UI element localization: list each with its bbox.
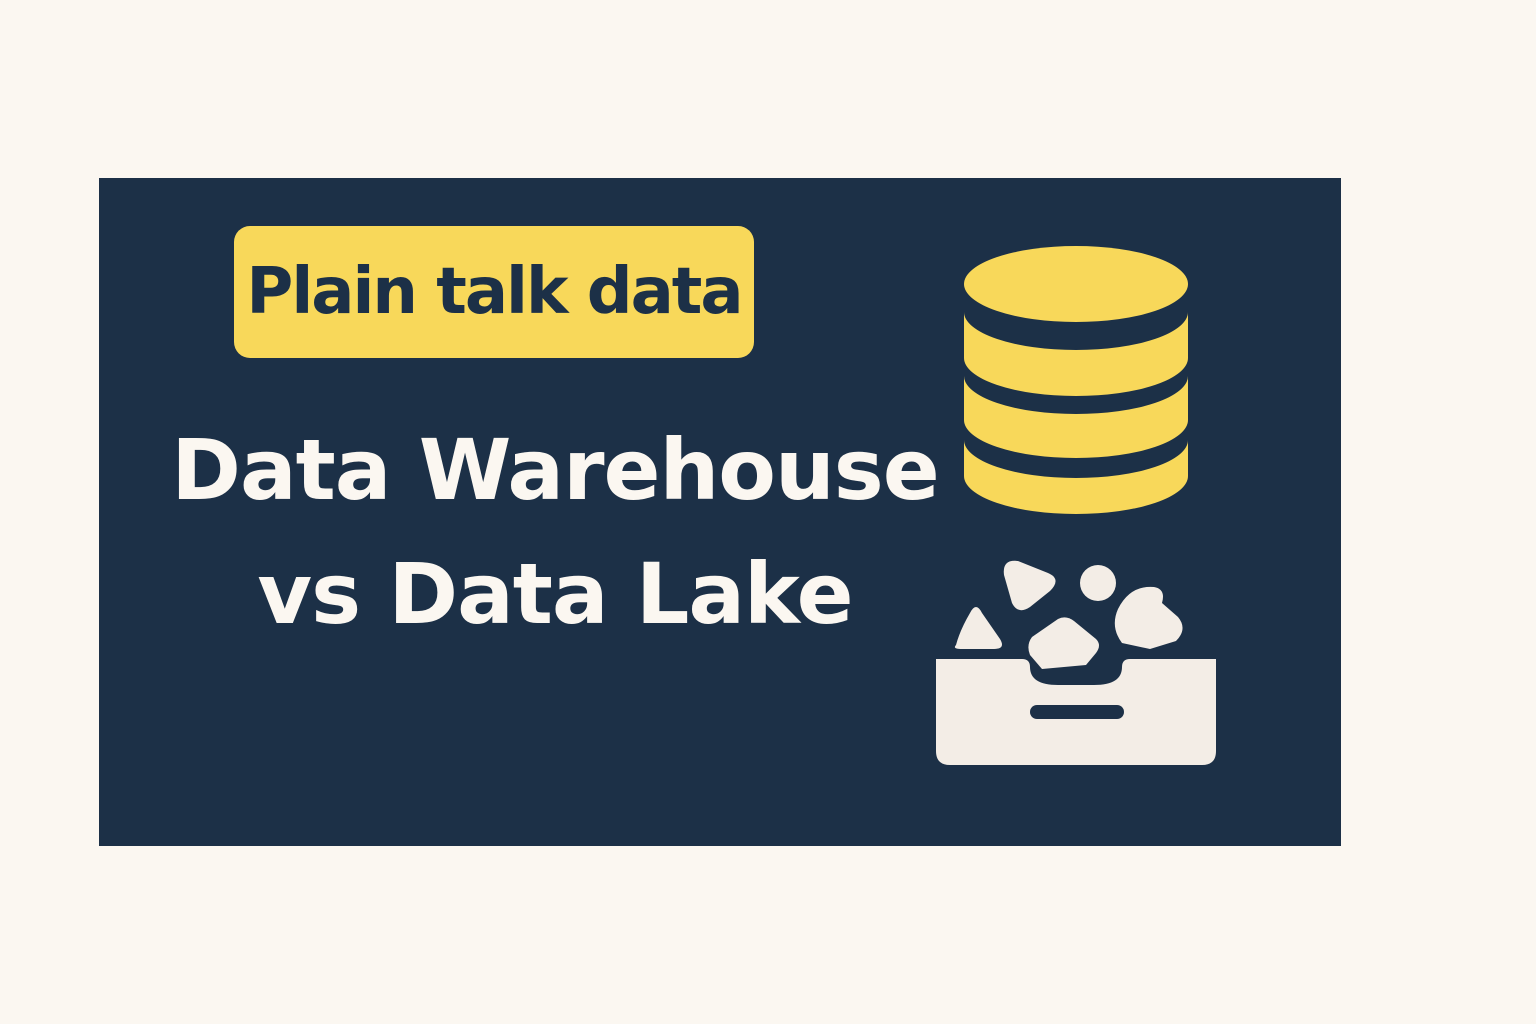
headline-line-1: Data Warehouse — [171, 421, 940, 519]
headline-line-2: vs Data Lake — [257, 545, 853, 643]
category-badge: Plain talk data — [234, 226, 754, 358]
database-icon — [964, 246, 1188, 514]
data-lake-tray-icon — [936, 560, 1216, 765]
headline-title: Data Warehouse vs Data Lake — [140, 408, 970, 656]
category-badge-label: Plain talk data — [246, 255, 743, 329]
